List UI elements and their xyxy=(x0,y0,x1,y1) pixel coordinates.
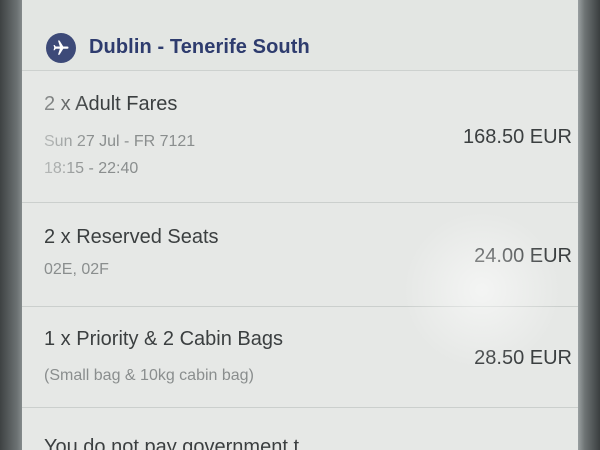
booking-summary-screen: Dublin - Tenerife South 2 x Adult Fares … xyxy=(22,0,578,450)
item-title: 2 x Adult Fares xyxy=(44,93,178,115)
plane-icon xyxy=(46,33,76,63)
item-price: 24.00 EUR xyxy=(474,245,572,267)
phone-bezel-right xyxy=(578,0,600,450)
item-title: 2 x Reserved Seats xyxy=(44,226,219,248)
government-tax-note: You do not pay government t xyxy=(44,436,299,450)
seat-numbers: 02E, 02F xyxy=(44,261,109,278)
list-item-priority-bags[interactable]: 1 x Priority & 2 Cabin Bags (Small bag &… xyxy=(22,307,578,408)
route-title: Dublin - Tenerife South xyxy=(89,36,310,58)
list-item-reserved-seats[interactable]: 2 x Reserved Seats 02E, 02F 24.00 EUR xyxy=(22,203,578,307)
item-price: 168.50 EUR xyxy=(463,126,572,148)
flight-route-header: Dublin - Tenerife South xyxy=(22,0,578,71)
phone-bezel-left xyxy=(0,0,24,450)
flight-times: 18:15 - 22:40 xyxy=(44,160,139,177)
list-item-adult-fares[interactable]: 2 x Adult Fares Sun 27 Jul - FR 7121 18:… xyxy=(22,71,578,203)
flight-date-number: Sun 27 Jul - FR 7121 xyxy=(44,133,196,150)
item-title: 1 x Priority & 2 Cabin Bags xyxy=(44,328,283,350)
bag-description: (Small bag & 10kg cabin bag) xyxy=(44,367,254,384)
item-price: 28.50 EUR xyxy=(474,347,572,369)
footer-note-row: You do not pay government t xyxy=(22,408,578,450)
